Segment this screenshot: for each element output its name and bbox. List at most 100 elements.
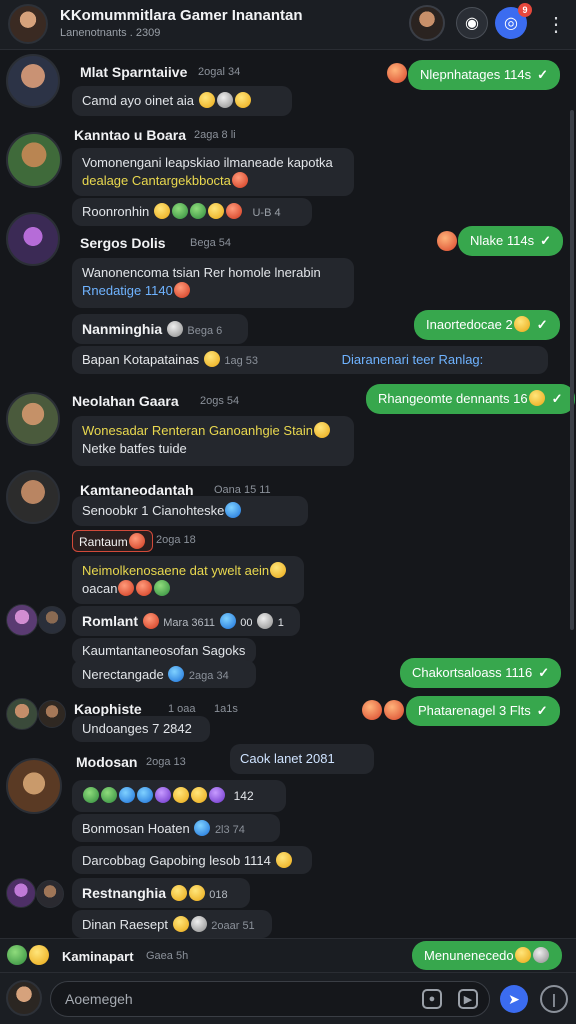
message-text: Wanonencoma tsian Rer homole lnerabin: [82, 265, 321, 280]
message-bubble[interactable]: Vomonengani leapskiao ilmaneade kapotka …: [72, 148, 354, 196]
name-bubble[interactable]: Nanminghia Bega 6: [72, 314, 248, 344]
sender-name[interactable]: Modosan: [76, 754, 137, 770]
avatar[interactable]: [6, 392, 60, 446]
emoji-icon: [101, 787, 117, 803]
avatar[interactable]: [6, 604, 38, 636]
composer: ● ▶ ➤ |: [0, 972, 576, 1024]
name-bubble[interactable]: Romlant Mara 3611 00 1: [72, 606, 300, 636]
avatar[interactable]: [6, 132, 62, 188]
notification-badge: 9: [518, 3, 532, 17]
message-bubble[interactable]: Caok lanet 2081: [230, 744, 374, 774]
message-bubble[interactable]: Wonesadar Renteran Ganoanhgie Stain Netk…: [72, 416, 354, 466]
message-text: Senoobkr 1 Cianohteske: [82, 503, 225, 518]
reaction-icon[interactable]: [384, 700, 404, 720]
more-vertical-icon[interactable]: ⋮: [546, 10, 566, 38]
outgoing-message[interactable]: Rhangeomte dennants 16 ✓: [366, 384, 575, 414]
message-bubble[interactable]: Camd ayo oinet aia: [72, 86, 292, 116]
message-bubble[interactable]: Wanonencoma tsian Rer homole lnerabin Rn…: [72, 258, 354, 308]
message-text-highlight: Neimolkenosaene dat ywelt aein: [82, 563, 270, 578]
message-time: Oana 15 11: [214, 484, 271, 496]
message-bubble[interactable]: Dinan Raesept 2oaar 51: [72, 910, 272, 938]
avatar[interactable]: [6, 698, 38, 730]
sender-name[interactable]: Kaophiste: [74, 701, 142, 717]
sender-name[interactable]: Sergos Dolis: [80, 235, 166, 251]
sender-name[interactable]: Mlat Sparntaiive: [80, 64, 187, 80]
message-text: Camd ayo oinet aia: [82, 93, 195, 108]
sender-name[interactable]: Romlant: [82, 613, 138, 629]
sender-name[interactable]: Rantaum: [79, 535, 128, 549]
emoji-icon: [190, 916, 207, 932]
system-link[interactable]: Diaranenari teer Ranlag:: [342, 352, 484, 367]
message-text: oacan: [82, 581, 118, 596]
message-text: Darcobbag Gapobing lesob 1114: [82, 853, 271, 868]
avatar[interactable]: [38, 700, 66, 728]
message-time: 2oaar 51: [211, 920, 255, 932]
sender-name[interactable]: Kanntao u Boara: [74, 127, 186, 143]
outgoing-message[interactable]: Menunenecedo: [412, 941, 562, 970]
group-avatar[interactable]: [8, 4, 48, 44]
message-time: Mara 3611: [163, 617, 216, 629]
chat-title[interactable]: KKomummitlara Gamer Inanantan: [60, 7, 303, 24]
avatar[interactable]: [6, 878, 36, 908]
emoji-icon: [189, 203, 206, 219]
reaction-meta: U-B 4: [252, 207, 281, 219]
message-link[interactable]: Caok lanet 2081: [240, 751, 335, 766]
sender-name[interactable]: Kaminapart: [62, 949, 134, 964]
avatar[interactable]: [36, 880, 64, 908]
info-icon[interactable]: |: [540, 985, 568, 1013]
sender-tag[interactable]: Rantaum: [72, 530, 153, 552]
reaction-icon[interactable]: [437, 231, 457, 251]
outgoing-message[interactable]: Nlepnhatages 114s ✓: [408, 60, 560, 90]
emoji-row[interactable]: 142: [72, 780, 286, 812]
emoji-icon: [119, 787, 135, 803]
emoji-icon: [29, 945, 49, 965]
sender-name[interactable]: Nanminghia: [82, 321, 162, 337]
contact-avatar[interactable]: [409, 5, 445, 41]
system-text: Bapan Kotapatainas: [82, 352, 200, 367]
emoji-icon: [514, 947, 531, 963]
system-row[interactable]: Bapan Kotapatainas 1ag 53 Diaranenari te…: [72, 346, 548, 374]
name-bubble[interactable]: Restnanghia 018: [72, 878, 250, 908]
sender-name[interactable]: Restnanghia: [82, 885, 166, 901]
message-bubble[interactable]: Undoanges 7 2842: [72, 716, 210, 742]
emoji-icon: [532, 947, 549, 963]
sticker-icon[interactable]: ●: [422, 989, 442, 1009]
outgoing-message[interactable]: Chakortsaloass 1116 ✓: [400, 658, 562, 688]
emoji-icon: [136, 580, 153, 596]
message-text: Vomonengani leapskiao ilmaneade kapotka: [82, 155, 333, 170]
user-avatar[interactable]: [6, 980, 42, 1016]
avatar[interactable]: [38, 606, 66, 634]
message-bubble[interactable]: Neimolkenosaene dat ywelt aein oacan: [72, 556, 304, 604]
avatar[interactable]: [6, 54, 60, 108]
outgoing-message[interactable]: Nlake 114s ✓: [458, 226, 563, 256]
avatar[interactable]: [6, 212, 60, 266]
reaction-icon[interactable]: [362, 700, 382, 720]
reaction-icon[interactable]: [387, 63, 407, 83]
message-bubble[interactable]: Darcobbag Gapobing lesob 1114: [72, 846, 312, 874]
emoji-icon: [203, 351, 220, 367]
emoji-icon: [257, 613, 274, 629]
sender-name[interactable]: Neolahan Gaara: [72, 393, 179, 409]
outgoing-text: Inaortedocae 2: [426, 317, 513, 332]
emoji-icon: [225, 502, 242, 518]
pinned-row[interactable]: Kaminapart Gaea 5h Menunenecedo: [0, 938, 576, 972]
message-bubble[interactable]: Nerectangade 2aga 34: [72, 660, 256, 688]
system-time: 1ag 53: [224, 355, 259, 367]
gamepad-icon[interactable]: ◉: [456, 7, 488, 39]
message-text-highlight: dealage Cantargekbbocta: [82, 173, 231, 188]
outgoing-message[interactable]: Inaortedocae 2 ✓: [414, 310, 560, 340]
outgoing-message[interactable]: Phatarenagel 3 Flts ✓: [406, 696, 560, 726]
avatar[interactable]: [6, 470, 60, 524]
message-bubble[interactable]: Senoobkr 1 Cianohteske: [72, 496, 308, 526]
scrollbar[interactable]: [570, 110, 574, 630]
gif-icon[interactable]: ▶: [458, 989, 478, 1009]
emoji-icon: [225, 203, 242, 219]
emoji-icon: [170, 885, 187, 901]
message-feed[interactable]: Mlat Sparntaiive 2ogal 34 Camd ayo oinet…: [0, 50, 576, 938]
message-bubble[interactable]: Bonmosan Hoaten 2l3 74: [72, 814, 280, 842]
reaction-row[interactable]: Roonronhin U-B 4: [72, 198, 312, 226]
message-link[interactable]: Rnedatige 1140: [82, 283, 173, 298]
avatar[interactable]: [6, 758, 62, 814]
emoji-icon: [219, 613, 236, 629]
send-icon[interactable]: ➤: [500, 985, 528, 1013]
